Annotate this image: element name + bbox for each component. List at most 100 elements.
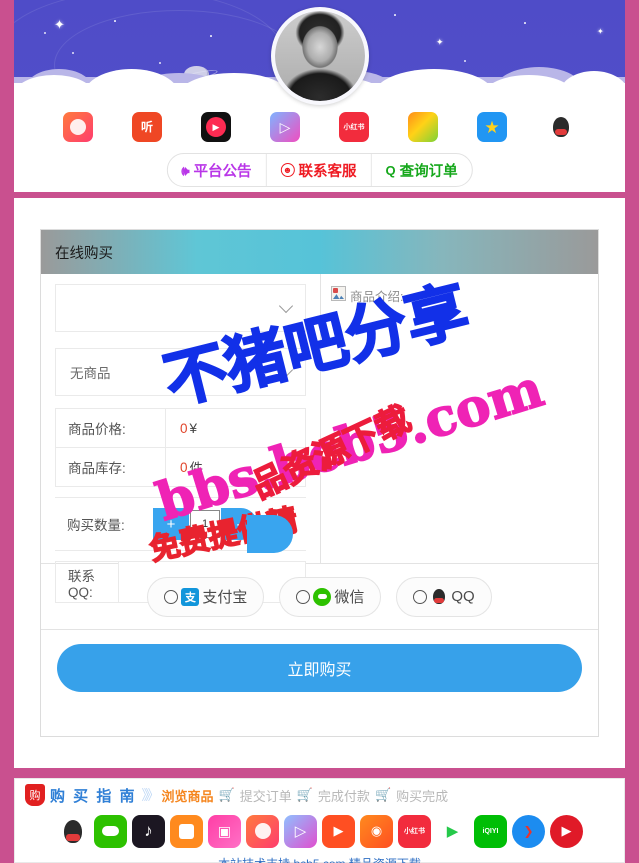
radio-qq[interactable] [413, 589, 428, 604]
cloud-puff [374, 69, 494, 95]
platform-announcement-label: 平台公告 [193, 163, 252, 180]
header-nav-pill: 🕪 平台公告 ☻ 联系客服 Q 查询订单 [166, 153, 473, 187]
purchase-card-body: 无商品 商品价格: 0 ¥ 商品库存: 0 件 购买数量: + 1 - 联系QQ… [41, 274, 598, 603]
douyin-icon[interactable]: ♪ [132, 814, 165, 848]
chevron-right-icon: 》》 [141, 787, 160, 803]
product-select-value: 无商品 [70, 366, 111, 381]
quantity-decrease-button[interactable]: - [221, 508, 257, 540]
xiaohongshu-icon[interactable]: 小红书 [398, 814, 431, 848]
query-order-button[interactable]: Q 查询订单 [372, 154, 472, 186]
product-stock-number: 0 [180, 459, 188, 475]
kugou-icon[interactable] [170, 814, 203, 848]
product-price-label: 商品价格: [56, 409, 166, 447]
product-stock-label: 商品库存: [56, 448, 166, 486]
step-complete-payment[interactable]: 完成付款 [318, 786, 370, 805]
platform-announcement-button[interactable]: 🕪 平台公告 [167, 154, 267, 186]
product-select[interactable]: 无商品 [55, 348, 306, 396]
quantity-input[interactable] [190, 510, 220, 538]
product-price-unit: ¥ [189, 420, 198, 436]
tencent-video-icon[interactable] [246, 814, 279, 848]
qqmusic-icon[interactable]: ★ [477, 112, 507, 142]
youku-icon[interactable]: ▶ [550, 814, 583, 848]
category-select-wrap [41, 274, 320, 332]
pay-option-wechat[interactable]: 微信 [279, 576, 382, 617]
qq-icon[interactable] [56, 814, 89, 848]
product-description-label: 商品介绍: [350, 290, 404, 304]
quantity-label: 购买数量: [67, 518, 125, 533]
pay-option-alipay[interactable]: 支 支付宝 [147, 576, 265, 617]
cart-icon: 🛒 [296, 787, 313, 802]
product-price-value: 0 ¥ [166, 409, 305, 447]
footer-icon-row: ♪ ▣ ▷ ▶ ◉ 小红书 ▶ iQIYI ❯ ▶ [15, 811, 624, 851]
radio-alipay[interactable] [164, 589, 179, 604]
pay-option-alipay-label: 支付宝 [202, 589, 248, 606]
qq-icon[interactable] [546, 112, 576, 142]
step-browse[interactable]: 浏览商品 [162, 786, 214, 805]
tencent-video-icon[interactable] [63, 112, 93, 142]
cart-icon: 🛒 [374, 787, 392, 802]
ximalaya-icon-label: 听 [140, 120, 153, 134]
kuaishou-icon[interactable]: ▶ [201, 112, 231, 142]
table-row: 商品库存: 0 件 [55, 447, 306, 487]
wechat-icon[interactable] [94, 814, 127, 848]
contact-service-button[interactable]: ☻ 联系客服 [267, 154, 372, 186]
app-icon-row: 听 ▶ ▷ 小红书 ★ [14, 105, 625, 149]
tencent-play-icon[interactable]: ▶ [436, 814, 469, 848]
megaphone-icon: 🕪 [181, 162, 190, 178]
bilibili-icon[interactable]: ▷ [270, 112, 300, 142]
pay-option-wechat-label: 微信 [334, 589, 365, 606]
star-dot [72, 52, 74, 54]
query-order-label: 查询订单 [399, 163, 458, 180]
bilibili-icon[interactable]: ▷ [284, 814, 317, 848]
pay-option-qq[interactable]: QQ [396, 576, 492, 617]
product-info-table: 商品价格: 0 ¥ 商品库存: 0 件 [55, 408, 306, 487]
iqiyi-icon[interactable]: iQIYI [474, 814, 507, 848]
chevron-down-icon [278, 362, 294, 378]
quantity-stepper: + - [153, 508, 257, 540]
quantity-increase-button[interactable]: + [153, 508, 189, 540]
momo-icon[interactable] [408, 112, 438, 142]
qq-penguin-icon [430, 588, 448, 606]
alipay-icon-glyph: 支 [184, 591, 196, 604]
xiaohongshu-icon-label: 小红书 [343, 123, 365, 131]
page-root: ✦ ✦ ✦ 听 ▶ ▷ 小红书 ★ 🕪 平台公告 ☻ 联系客服 Q 查询订单 在… [0, 0, 639, 863]
avatar[interactable] [270, 7, 369, 105]
radio-wechat[interactable] [296, 589, 311, 604]
guide-label: 购 买 指 南 [50, 787, 137, 805]
pay-option-qq-label: QQ [451, 588, 475, 605]
purchase-form-column: 无商品 商品价格: 0 ¥ 商品库存: 0 件 购买数量: + 1 - 联系QQ… [41, 274, 321, 603]
product-stock-unit: 件 [189, 461, 204, 476]
headset-icon: ☻ [280, 163, 295, 177]
ximalaya-icon[interactable]: 听 [132, 112, 162, 142]
quantity-row: 购买数量: + - [55, 497, 306, 551]
category-select[interactable] [55, 284, 306, 332]
purchase-card-title: 在线购买 [41, 230, 598, 274]
product-description: 商品介绍: [331, 286, 588, 305]
buy-button-wrap: 立即购买 [41, 630, 598, 708]
product-select-wrap: 无商品 [41, 332, 320, 396]
step-submit-order[interactable]: 提交订单 [240, 786, 292, 805]
broken-image-icon [331, 286, 346, 301]
mgtv-icon[interactable]: ▣ [208, 814, 241, 848]
search-icon: Q [385, 162, 396, 178]
star-dot [464, 60, 466, 62]
star-dot [394, 14, 396, 16]
buy-now-button[interactable]: 立即购买 [57, 644, 582, 692]
sohu-icon[interactable]: ❯ [512, 814, 545, 848]
avatar-image [274, 11, 365, 101]
star-dot [44, 32, 46, 34]
xiaohongshu-icon[interactable]: 小红书 [339, 112, 369, 142]
main-panel: 在线购买 无商品 商品价格: 0 ¥ 商品库存: 0 件 购买数量: + 1 -… [14, 198, 625, 768]
sparkle-icon-2: ✦ [436, 37, 444, 47]
purchase-steps: 购 购 买 指 南 》》 浏览商品 🛒 提交订单 🛒 完成付款 🛒 购买完成 [15, 779, 624, 811]
weibo-icon[interactable]: ◉ [360, 814, 393, 848]
star-dot [524, 22, 526, 24]
wechat-icon [313, 587, 332, 606]
star-dot [210, 35, 212, 37]
product-price-number: 0 [180, 420, 188, 436]
toutiao-icon[interactable]: ▶ [322, 814, 355, 848]
step-purchase-done[interactable]: 购买完成 [396, 786, 448, 805]
table-row: 商品价格: 0 ¥ [55, 408, 306, 447]
sparkle-icon-1: ✦ [54, 17, 65, 32]
chevron-down-icon [278, 298, 294, 314]
